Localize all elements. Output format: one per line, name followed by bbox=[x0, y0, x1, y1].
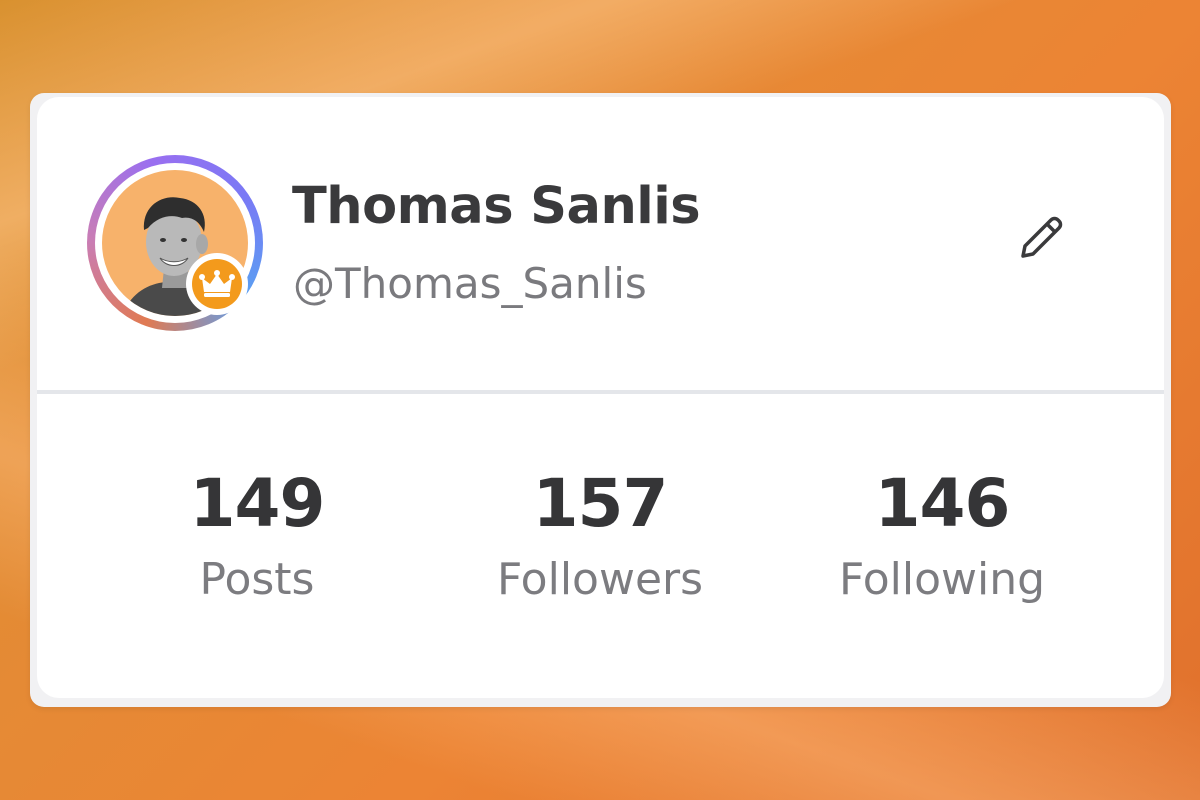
profile-header: Thomas Sanlis @Thomas_Sanlis bbox=[37, 97, 1164, 390]
stat-label: Following bbox=[838, 554, 1046, 605]
stat-following[interactable]: 146 Following bbox=[792, 464, 1092, 610]
stat-label: Followers bbox=[496, 554, 704, 605]
edit-profile-button[interactable] bbox=[1007, 202, 1077, 272]
profile-handle: @Thomas_Sanlis bbox=[293, 259, 647, 308]
pencil-icon bbox=[1021, 216, 1063, 258]
crown-icon bbox=[199, 270, 235, 297]
stat-label: Posts bbox=[199, 554, 315, 605]
profile-stats: 149 Posts 157 Followers 146 Following bbox=[37, 394, 1164, 698]
stat-posts[interactable]: 149 Posts bbox=[107, 464, 407, 610]
stat-value: 149 bbox=[189, 465, 326, 542]
avatar[interactable] bbox=[87, 155, 263, 331]
profile-card-body: Thomas Sanlis @Thomas_Sanlis 149 Posts 1… bbox=[37, 97, 1164, 698]
profile-card: Thomas Sanlis @Thomas_Sanlis 149 Posts 1… bbox=[30, 93, 1171, 707]
profile-name: Thomas Sanlis bbox=[292, 177, 701, 236]
stat-followers[interactable]: 157 Followers bbox=[450, 464, 750, 610]
stat-value: 146 bbox=[874, 465, 1011, 542]
stat-value: 157 bbox=[532, 465, 669, 542]
premium-badge bbox=[186, 253, 248, 315]
